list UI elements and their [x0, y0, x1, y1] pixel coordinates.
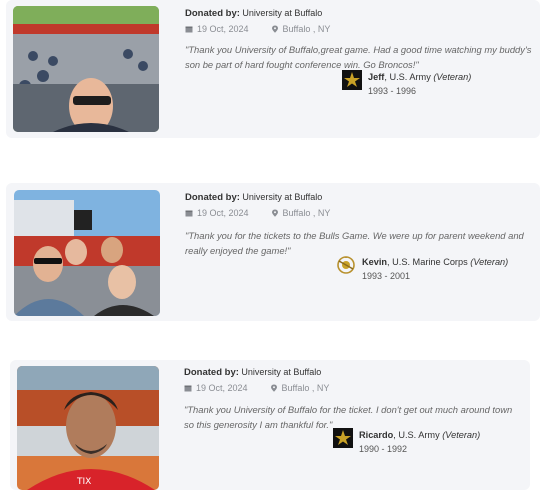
- veteran-photo: TIX: [17, 366, 159, 490]
- veteran-name: Kevin: [362, 257, 388, 267]
- location-pin-icon: [271, 209, 278, 217]
- us-army-star-icon: [333, 428, 353, 448]
- donation-meta: Donated by: University at Buffalo 19 Oct…: [184, 367, 329, 393]
- veteran-info: Kevin, U.S. Marine Corps (Veteran) 1993 …: [336, 255, 508, 283]
- donated-by-label: Donated by:: [185, 8, 240, 19]
- donor-name: University at Buffalo: [242, 192, 323, 202]
- donation-card: TIX Donated by: University at Buffalo 19…: [10, 360, 530, 490]
- donated-by-label: Donated by:: [185, 192, 240, 203]
- location-pin-icon: [270, 384, 277, 392]
- donated-by-label: Donated by:: [184, 367, 239, 378]
- thank-you-quote: "Thank you for the tickets to the Bulls …: [185, 230, 524, 256]
- donation-date: 19 Oct, 2024: [196, 383, 248, 393]
- donation-location: Buffalo , NY: [282, 24, 331, 34]
- donation-location: Buffalo , NY: [282, 208, 331, 218]
- veteran-photo: [14, 190, 160, 316]
- veteran-branch: , U.S. Army: [384, 72, 434, 82]
- donated-by: Donated by: University at Buffalo: [185, 192, 330, 203]
- location-pin-icon: [271, 25, 278, 33]
- donation-card: Donated by: University at Buffalo 19 Oct…: [6, 183, 540, 321]
- veteran-branch: , U.S. Army: [393, 430, 443, 440]
- donor-name: University at Buffalo: [242, 8, 323, 18]
- donation-location: Buffalo , NY: [281, 383, 330, 393]
- donation-meta: Donated by: University at Buffalo 19 Oct…: [185, 8, 330, 34]
- marine-corps-emblem-icon: [337, 256, 355, 274]
- calendar-icon: [185, 26, 193, 33]
- donated-by: Donated by: University at Buffalo: [185, 8, 330, 19]
- veteran-branch: , U.S. Marine Corps: [387, 257, 471, 267]
- veteran-status: (Veteran): [433, 72, 472, 82]
- thank-you-quote: "Thank you University of Buffalo,great g…: [185, 44, 532, 70]
- donation-card: Donated by: University at Buffalo 19 Oct…: [6, 0, 540, 138]
- us-army-star-icon: [342, 70, 362, 90]
- donation-meta: Donated by: University at Buffalo 19 Oct…: [185, 192, 330, 218]
- service-years: 1993 - 2001: [362, 271, 411, 281]
- veteran-info: Ricardo, U.S. Army (Veteran) 1990 - 1992: [333, 428, 480, 456]
- service-years: 1993 - 1996: [368, 86, 417, 96]
- veteran-info: Jeff, U.S. Army (Veteran) 1993 - 1996: [342, 70, 471, 98]
- donation-date: 19 Oct, 2024: [197, 208, 249, 218]
- calendar-icon: [185, 210, 193, 217]
- veteran-photo: [13, 6, 159, 132]
- veteran-name: Ricardo: [359, 430, 394, 440]
- veteran-status: (Veteran): [442, 430, 481, 440]
- service-years: 1990 - 1992: [359, 444, 408, 454]
- veteran-name: Jeff: [368, 72, 385, 82]
- calendar-icon: [184, 385, 192, 392]
- donation-date: 19 Oct, 2024: [197, 24, 249, 34]
- veteran-status: (Veteran): [470, 257, 509, 267]
- donor-name: University at Buffalo: [241, 367, 322, 377]
- donated-by: Donated by: University at Buffalo: [184, 367, 329, 378]
- svg-text:TIX: TIX: [76, 477, 91, 487]
